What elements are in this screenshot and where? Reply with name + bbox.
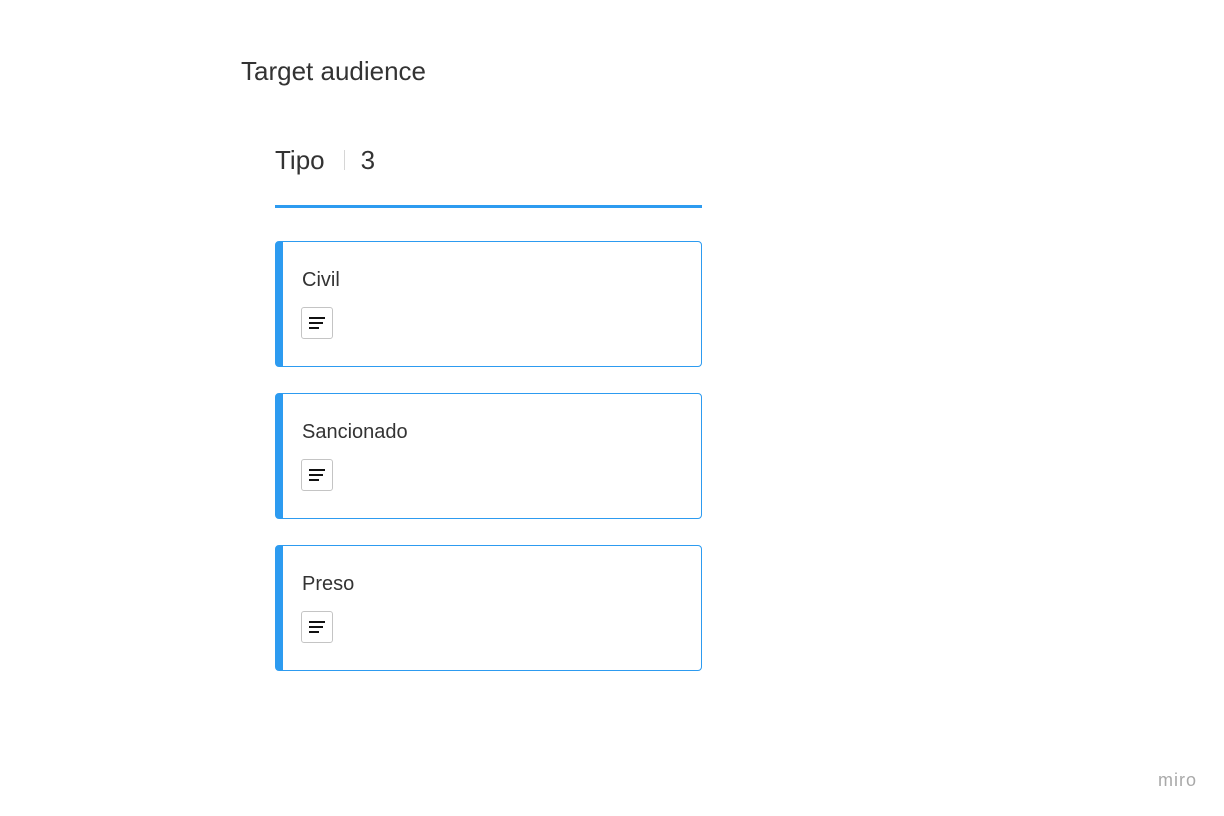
card-title[interactable]: Sancionado (302, 418, 408, 446)
column-name[interactable]: Tipo (275, 143, 325, 177)
card-title[interactable]: Preso (302, 570, 354, 598)
card-description-button[interactable] (301, 611, 333, 643)
card-description-button[interactable] (301, 307, 333, 339)
card-preso[interactable]: Preso (275, 545, 702, 671)
card-list: Civil Sancionado Preso (275, 241, 702, 671)
description-lines-icon (309, 621, 325, 633)
card-title[interactable]: Civil (302, 266, 340, 294)
card-civil[interactable]: Civil (275, 241, 702, 367)
description-lines-icon (309, 317, 325, 329)
frame-title[interactable]: Target audience (241, 54, 426, 88)
column-header-divider (343, 149, 345, 170)
miro-watermark: miro (1158, 770, 1197, 790)
card-description-button[interactable] (301, 459, 333, 491)
card-sancionado[interactable]: Sancionado (275, 393, 702, 519)
column-card-count: 3 (360, 144, 376, 175)
description-lines-icon (309, 469, 325, 481)
kanban-column: Tipo 3 Civil Sancionado Preso (275, 138, 702, 697)
column-header[interactable]: Tipo 3 (275, 138, 702, 208)
board-canvas[interactable]: Target audience Tipo 3 Civil Sancionado (0, 0, 1224, 816)
